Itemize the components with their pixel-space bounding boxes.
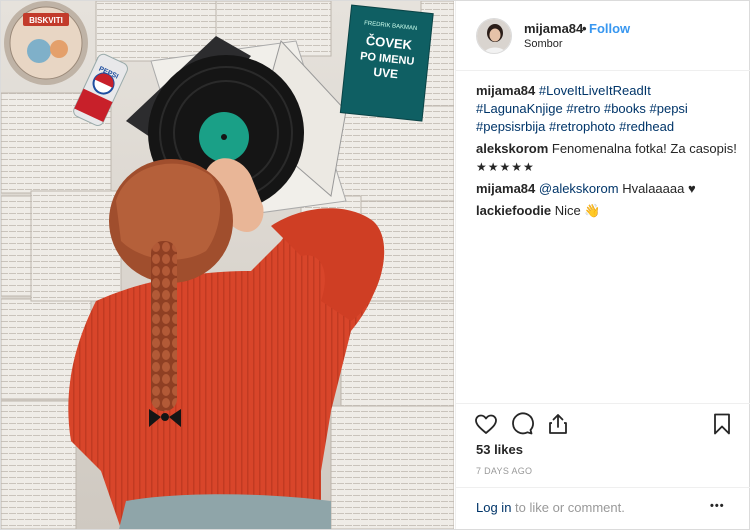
heart-icon[interactable] xyxy=(474,412,498,436)
likes-count[interactable]: 53 likes xyxy=(476,442,523,457)
follow-button[interactable]: Follow xyxy=(589,21,630,36)
post-location[interactable]: Sombor xyxy=(524,38,563,50)
hashtag[interactable]: #redhead xyxy=(619,119,674,134)
share-icon[interactable] xyxy=(546,412,570,436)
comment-mention[interactable]: @alekskorom xyxy=(539,181,619,196)
post-photo[interactable]: BISKVITI PEPSI FREDRIK BAKMAN ČOVEK PO I… xyxy=(1,1,454,529)
comment-icon[interactable] xyxy=(510,412,534,436)
book-cover: FREDRIK BAKMAN ČOVEK PO IMENU UVE xyxy=(339,4,434,122)
login-prompt-text: to like or comment. xyxy=(511,500,625,515)
cookie-tin: BISKVITI xyxy=(4,1,88,85)
hashtag[interactable]: #pepsisrbija xyxy=(476,119,545,134)
hashtag[interactable]: #retrophoto xyxy=(549,119,616,134)
comment-item: lackiefoodie Nice 👋 xyxy=(476,202,738,220)
comment-text: Hvalaaaaa ♥ xyxy=(622,181,696,196)
comment-stars: ★★★★★ xyxy=(476,160,535,174)
photo-scene: BISKVITI PEPSI FREDRIK BAKMAN ČOVEK PO I… xyxy=(1,1,454,529)
author-avatar[interactable] xyxy=(476,18,512,54)
comment-text: Nice 👋 xyxy=(554,203,601,218)
hashtag[interactable]: #LagunaKnjige xyxy=(476,101,563,116)
comment-text: Fenomenalna fotka! Za casopis! xyxy=(551,141,737,156)
book-title-3: UVE xyxy=(373,65,399,82)
author-username[interactable]: mijama84 xyxy=(524,21,583,36)
more-options-label: ••• xyxy=(710,500,725,512)
hashtag[interactable]: #pepsi xyxy=(650,101,688,116)
comment-item: alekskorom Fenomenalna fotka! Za casopis… xyxy=(476,140,738,176)
bookmark-icon[interactable] xyxy=(710,412,734,436)
post-header: mijama84 • Follow Sombor xyxy=(456,1,750,71)
login-prompt: Log in to like or comment. xyxy=(476,500,625,515)
login-link[interactable]: Log in xyxy=(476,500,511,515)
more-options-icon[interactable]: ••• xyxy=(710,497,734,517)
comment-item: mijama84 @alekskorom Hvalaaaaa ♥ xyxy=(476,180,738,198)
comment-username[interactable]: alekskorom xyxy=(476,141,548,156)
header-separator: • xyxy=(582,21,587,36)
post-details-panel: mijama84 • Follow Sombor mijama84 #LoveI… xyxy=(455,1,750,529)
tin-label: BISKVITI xyxy=(29,16,63,25)
hashtag[interactable]: #retro xyxy=(566,101,600,116)
comments-list: mijama84 #LoveItLiveItReadIt #LagunaKnji… xyxy=(476,82,738,224)
login-prompt-bar: Log in to like or comment. ••• xyxy=(456,487,750,529)
caption-username[interactable]: mijama84 xyxy=(476,83,535,98)
comment-username[interactable]: mijama84 xyxy=(476,181,535,196)
caption: mijama84 #LoveItLiveItReadIt #LagunaKnji… xyxy=(476,82,738,136)
comment-username[interactable]: lackiefoodie xyxy=(476,203,551,218)
post-timestamp[interactable]: 7 DAYS AGO xyxy=(476,466,532,476)
hashtag[interactable]: #LoveItLiveItReadIt xyxy=(539,83,651,98)
hashtag[interactable]: #books xyxy=(604,101,646,116)
instagram-post: BISKVITI PEPSI FREDRIK BAKMAN ČOVEK PO I… xyxy=(0,0,750,530)
